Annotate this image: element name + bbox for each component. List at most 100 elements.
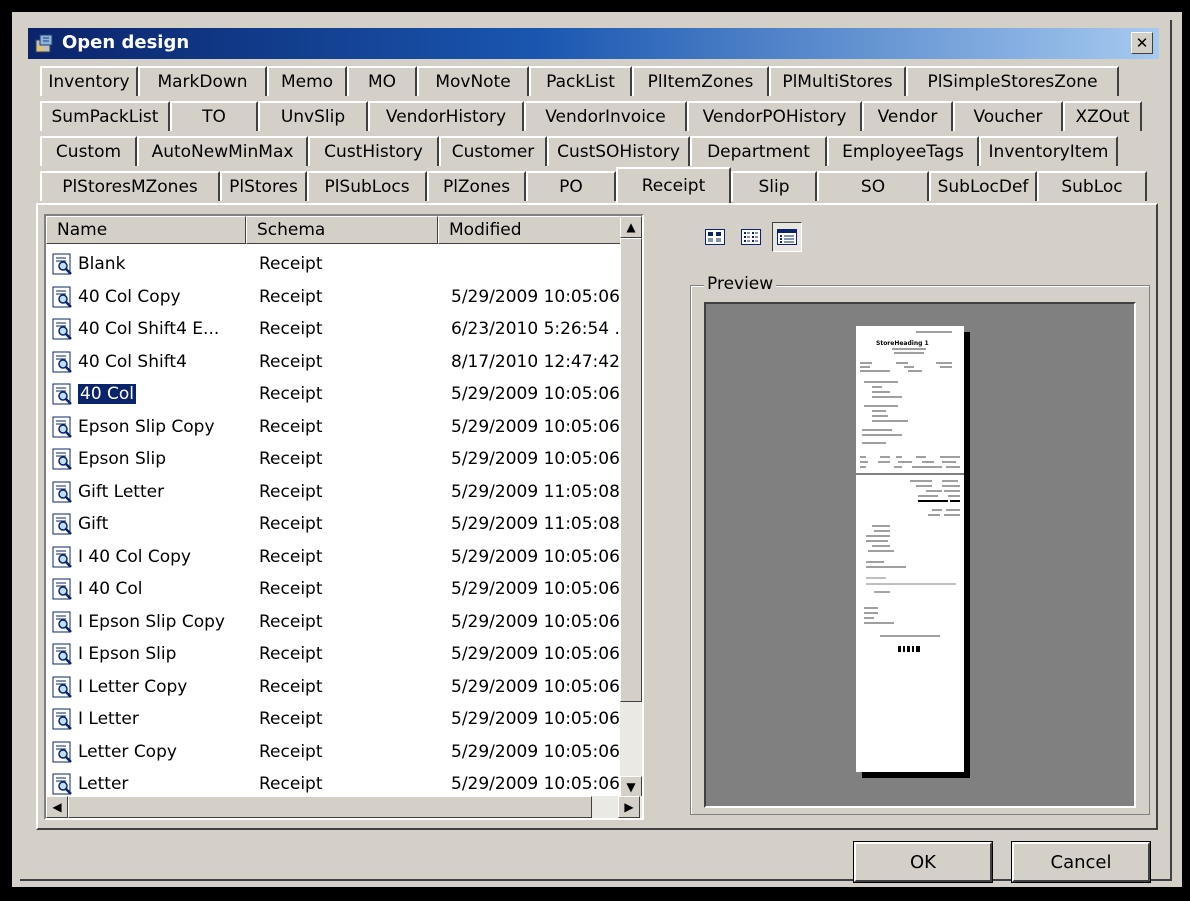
tab-vendorpohistory[interactable]: VendorPOHistory [687,101,862,131]
tab-plmultistores[interactable]: PlMultiStores [769,66,906,96]
column-header-name[interactable]: Name [46,216,246,244]
details-view-button[interactable] [772,222,802,252]
item-name-cell: I Letter [52,708,248,730]
tab-plzones[interactable]: PlZones [427,171,526,201]
tab-to[interactable]: TO [170,101,258,131]
list-item[interactable]: Gift Letter Receipt 5/29/2009 11:05:08. [46,476,640,508]
tab-xzout[interactable]: XZOut [1063,101,1142,131]
tab-row-4: PlStoresMZones PlStores PlSubLocs PlZones PO… [40,167,1147,203]
item-schema: Receipt [259,579,323,599]
scroll-thumb[interactable] [620,238,642,702]
item-schema: Receipt [259,351,323,372]
item-modified: 5/29/2009 11:05:08. [451,481,626,502]
item-modified: 5/29/2009 10:05:06. [451,644,626,664]
cancel-button[interactable]: Cancel [1011,841,1151,883]
tab-inventoryitem[interactable]: InventoryItem [979,136,1118,166]
tab-so[interactable]: SO [817,171,929,201]
scroll-left-button[interactable]: ◀ [46,796,68,818]
item-name-cell: 40 Col Shift4 [52,351,248,373]
tab-plstores[interactable]: PlStores [220,171,307,201]
list-item[interactable]: 40 Col Copy Receipt 5/29/2009 10:05:06. [46,281,640,313]
item-name: I 40 Col Copy [78,546,191,567]
design-file-icon [52,318,72,340]
list-item[interactable]: 40 Col Receipt 5/29/2009 10:05:06. [46,378,640,410]
title-bar[interactable]: Open design ✕ [28,28,1159,59]
tab-memo[interactable]: Memo [267,66,347,96]
list-item[interactable]: I Epson Slip Receipt 5/29/2009 10:05:06. [46,638,640,670]
tab-plstoresmzones[interactable]: PlStoresMZones [40,171,220,201]
tab-subloc[interactable]: SubLoc [1037,171,1147,201]
tab-receipt[interactable]: Receipt [616,167,731,203]
tab-employeetags[interactable]: EmployeeTags [827,136,979,166]
tab-movnote[interactable]: MovNote [417,66,529,96]
tab-customer[interactable]: Customer [439,136,547,166]
list-view-button[interactable] [736,222,766,252]
item-modified: 5/29/2009 10:05:06. [451,611,626,632]
list-item[interactable]: I 40 Col Copy Receipt 5/29/2009 10:05:06. [46,541,640,573]
scroll-right-button[interactable]: ▶ [618,796,640,818]
list-item[interactable]: Gift Receipt 5/29/2009 11:05:08. [46,508,640,540]
tab-sublocdef[interactable]: SubLocDef [929,171,1037,201]
list-item[interactable]: Blank Receipt [46,248,640,280]
tab-plitemzones[interactable]: PlItemZones [632,66,769,96]
item-modified: 5/29/2009 11:05:08. [451,514,626,534]
list-item[interactable]: 40 Col Shift4 E... Receipt 6/23/2010 5:26:… [46,313,640,345]
item-name: 40 Col Shift4 [78,351,187,372]
item-name-cell: 40 Col Shift4 E... [52,318,248,340]
receipt-content [856,331,964,652]
column-header-schema[interactable]: Schema [246,216,438,244]
tab-vendor[interactable]: Vendor [862,101,953,131]
design-file-icon [52,351,72,373]
large-icons-view-button[interactable] [700,222,730,252]
tab-voucher[interactable]: Voucher [953,101,1063,131]
vertical-scrollbar[interactable]: ▲ ▼ [620,216,642,798]
list-item[interactable]: Letter Copy Receipt 5/29/2009 10:05:06. [46,736,640,768]
tab-slip[interactable]: Slip [731,171,817,201]
scroll-up-button[interactable]: ▲ [620,216,642,238]
close-button[interactable]: ✕ [1131,32,1153,54]
item-modified: 6/23/2010 5:26:54 .. [451,319,626,339]
item-modified: 5/29/2009 10:05:06. [451,286,626,307]
tab-markdown[interactable]: MarkDown [138,66,267,96]
design-file-icon [52,676,72,698]
item-schema: Receipt [259,449,323,469]
list-item[interactable]: I 40 Col Receipt 5/29/2009 10:05:06. [46,573,640,605]
list-item[interactable]: I Letter Copy Receipt 5/29/2009 10:05:06. [46,671,640,703]
list-item[interactable]: Epson Slip Receipt 5/29/2009 10:05:06. [46,443,640,475]
tab-plsimplestoreszone[interactable]: PlSimpleStoresZone [906,66,1119,96]
list-item[interactable]: Epson Slip Copy Receipt 5/29/2009 10:05:06… [46,411,640,443]
horizontal-scrollbar[interactable]: ◀ ▶ [46,796,642,818]
tab-custom[interactable]: Custom [40,136,137,166]
column-header-modified[interactable]: Modified [438,216,640,244]
design-file-icon [52,546,72,568]
tab-mo[interactable]: MO [347,66,417,96]
arrow-left-icon: ◀ [52,800,62,814]
list-item[interactable]: I Epson Slip Copy Receipt 5/29/2009 10:05:… [46,606,640,638]
tab-packlist[interactable]: PackList [529,66,632,96]
tab-vendorinvoice[interactable]: VendorInvoice [524,101,687,131]
item-name-cell: Gift [52,513,248,535]
item-schema: Receipt [259,286,323,307]
tab-department[interactable]: Department [690,136,827,166]
design-file-icon [52,416,72,438]
ok-button[interactable]: OK [853,841,993,883]
list-item[interactable]: I Letter Receipt 5/29/2009 10:05:06. [46,703,640,735]
design-list[interactable]: Name Schema Modified Blank Receipt 40 Col … [44,214,644,820]
tab-sumpacklist[interactable]: SumPackList [40,101,170,131]
list-item[interactable]: 40 Col Shift4 Receipt 8/17/2010 12:47:42. [46,346,640,378]
scroll-down-button[interactable]: ▼ [620,776,642,798]
item-name-cell: I Letter Copy [52,676,248,698]
tab-plsublocs[interactable]: PlSubLocs [307,171,427,201]
tab-custhistory[interactable]: CustHistory [308,136,439,166]
horizontal-scroll-thumb[interactable] [68,796,592,818]
design-file-icon [52,643,72,665]
item-name: I Epson Slip Copy [78,611,225,632]
tab-inventory[interactable]: Inventory [40,66,138,96]
design-file-icon [52,708,72,730]
tab-autonewminmax[interactable]: AutoNewMinMax [137,136,308,166]
tab-unvslip[interactable]: UnvSlip [258,101,368,131]
tab-po[interactable]: PO [526,171,616,201]
tab-custsohistory[interactable]: CustSOHistory [547,136,690,166]
tab-vendorhistory[interactable]: VendorHistory [368,101,524,131]
item-name: Letter Copy [78,741,177,762]
